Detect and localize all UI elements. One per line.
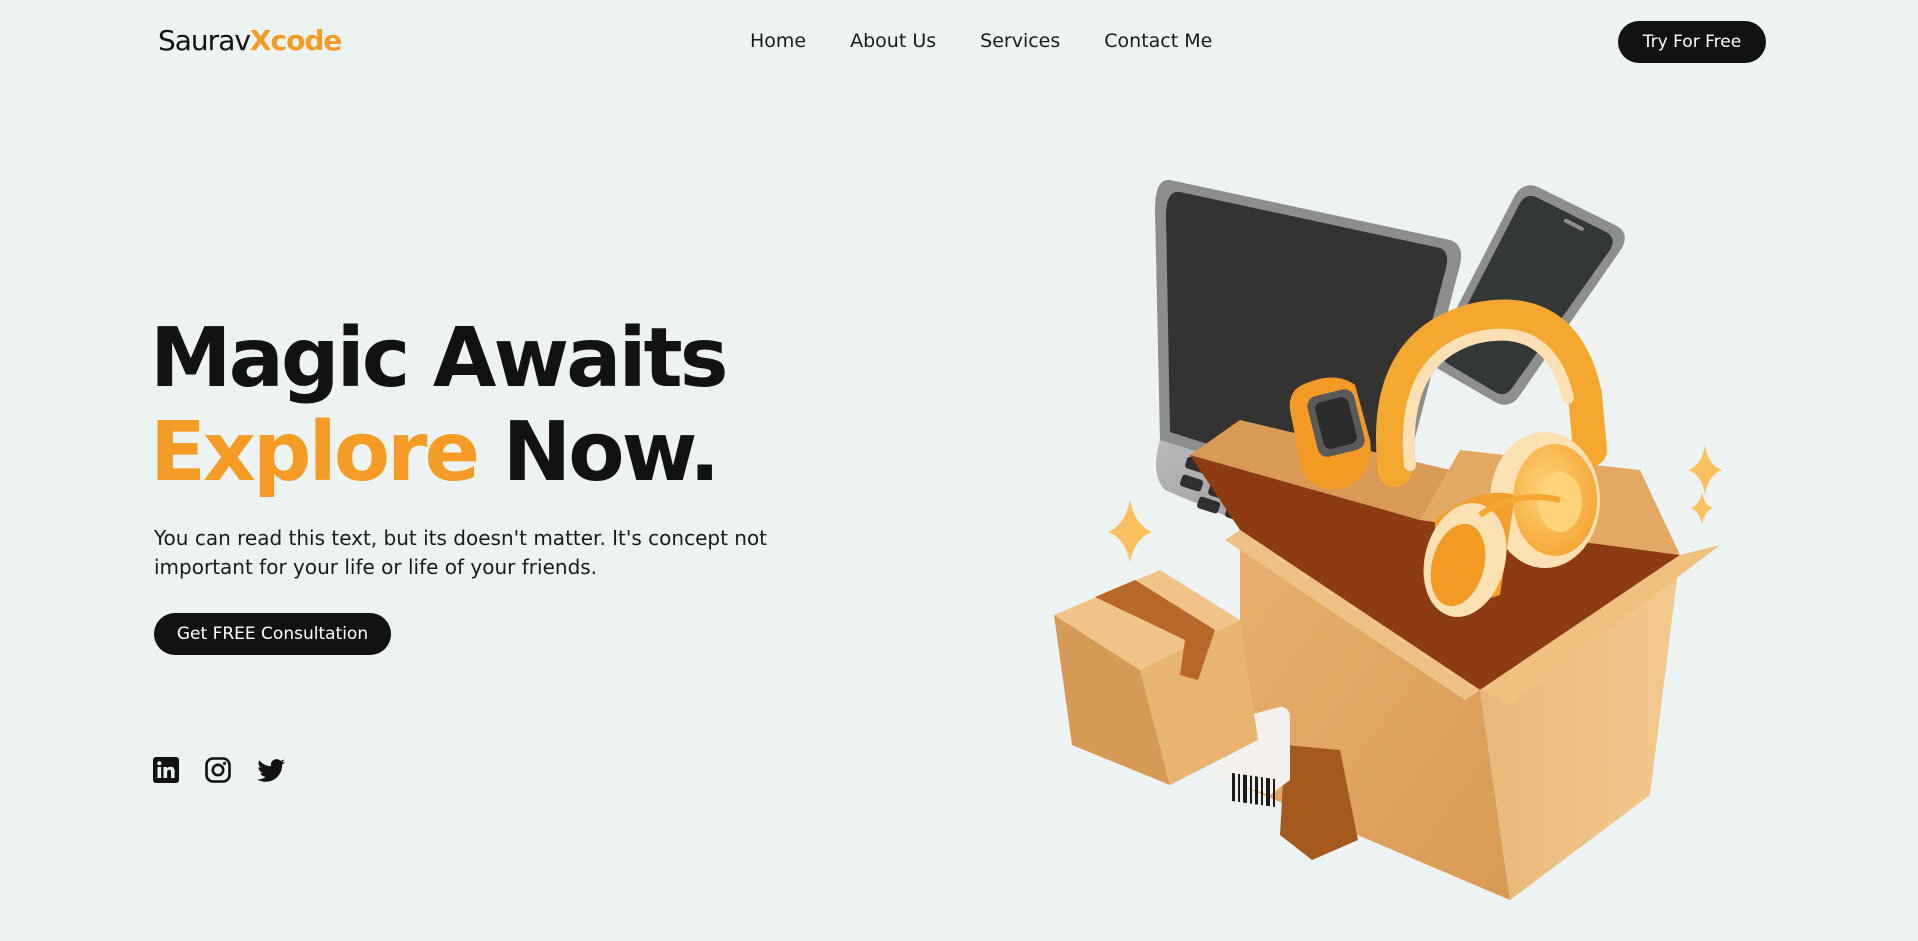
linkedin-icon[interactable]	[152, 756, 180, 784]
hero-illustration	[1040, 170, 1740, 910]
headline-line1: Magic Awaits	[150, 311, 729, 406]
hero-headline: Magic Awaits Explore Now.	[150, 311, 729, 500]
logo-text-second: Xcode	[249, 24, 342, 57]
main-nav: Home About Us Services Contact Me	[750, 30, 1212, 52]
instagram-icon[interactable]	[204, 756, 232, 784]
brand-logo[interactable]: SauravXcode	[158, 24, 342, 57]
hero-description: You can read this text, but its doesn't …	[154, 526, 768, 579]
small-box-illustration	[1054, 570, 1258, 785]
landing-page: SauravXcode Home About Us Services Conta…	[0, 0, 1918, 941]
headline-rest: Now.	[502, 405, 721, 500]
headline-accent: Explore	[150, 405, 480, 500]
nav-services[interactable]: Services	[980, 30, 1060, 52]
twitter-icon[interactable]	[256, 756, 285, 784]
nav-about-us[interactable]: About Us	[850, 30, 936, 52]
nav-contact-me[interactable]: Contact Me	[1104, 30, 1212, 52]
logo-text-first: Saurav	[158, 24, 251, 57]
social-links	[152, 756, 285, 784]
get-free-consultation-button[interactable]: Get FREE Consultation	[154, 613, 391, 655]
nav-home[interactable]: Home	[750, 30, 806, 52]
try-for-free-button[interactable]: Try For Free	[1618, 21, 1766, 63]
